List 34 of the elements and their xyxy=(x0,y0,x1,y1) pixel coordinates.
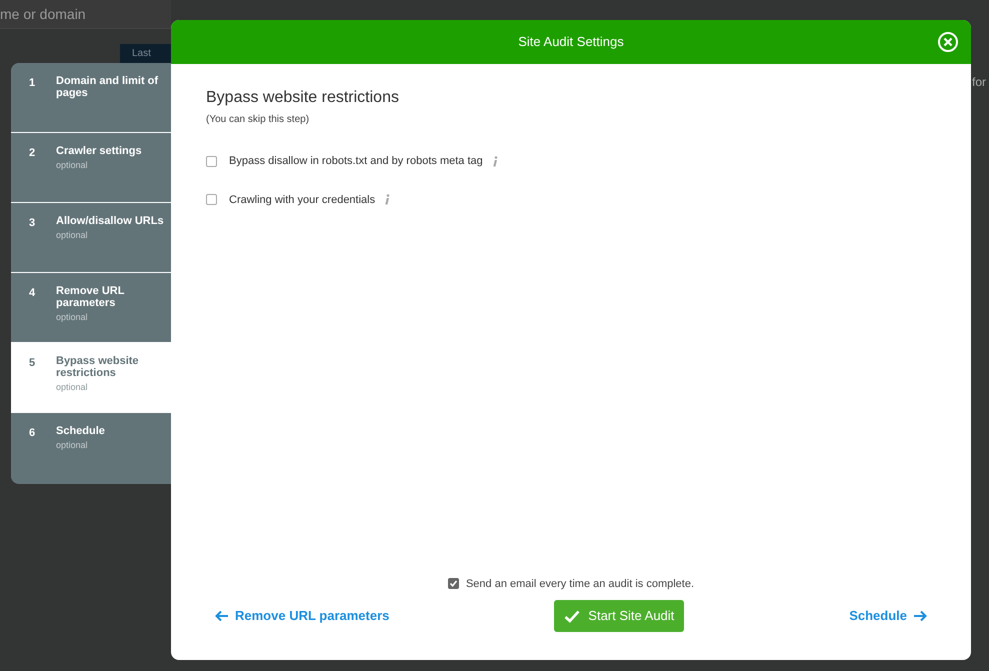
arrow-right-icon xyxy=(913,610,927,622)
step-note: optional xyxy=(56,229,89,242)
next-link[interactable]: Schedule xyxy=(849,606,927,626)
search-field[interactable]: me or domain xyxy=(0,0,171,29)
step-note: optional xyxy=(56,381,89,394)
arrow-left-icon xyxy=(215,610,229,622)
email-label: Send an email every time an audit is complete. xyxy=(466,576,694,592)
back-link[interactable]: Remove URL parameters xyxy=(215,606,390,626)
last-button[interactable]: Last xyxy=(120,44,171,63)
section-heading: Bypass website restrictions xyxy=(206,88,400,108)
step-title: Domain and limit of pages xyxy=(56,75,160,99)
page-text: for xyxy=(972,74,986,91)
step-note: optional xyxy=(56,159,89,172)
checkbox[interactable] xyxy=(206,156,217,167)
step-title: Remove URL parameters xyxy=(56,285,126,309)
step-note: optional xyxy=(56,311,89,324)
option-label: Bypass disallow in robots.txt and by robots meta tag xyxy=(229,154,483,169)
dialog-title: Site Audit Settings xyxy=(518,33,624,52)
step-tab[interactable]: 5 Bypass website restrictions optional xyxy=(11,343,171,413)
start-audit-button[interactable]: Start Site Audit xyxy=(554,600,684,632)
step-title: Crawler settings xyxy=(56,145,143,157)
checkbox[interactable] xyxy=(448,578,459,590)
section-subheading: (You can skip this step) xyxy=(206,113,310,127)
step-title: Bypass website restrictions xyxy=(56,355,140,379)
check-icon xyxy=(564,610,580,622)
step-tab[interactable]: 1 Domain and limit of pages xyxy=(11,63,171,133)
step-note: optional xyxy=(56,439,89,452)
info-icon[interactable] xyxy=(492,156,498,167)
option-label: Crawling with your credentials xyxy=(229,192,376,208)
step-title: Allow/disallow URLs xyxy=(56,215,165,227)
step-title: Schedule xyxy=(56,425,106,437)
checkbox[interactable] xyxy=(206,194,217,206)
info-icon[interactable] xyxy=(384,194,390,206)
close-icon[interactable] xyxy=(937,31,959,53)
